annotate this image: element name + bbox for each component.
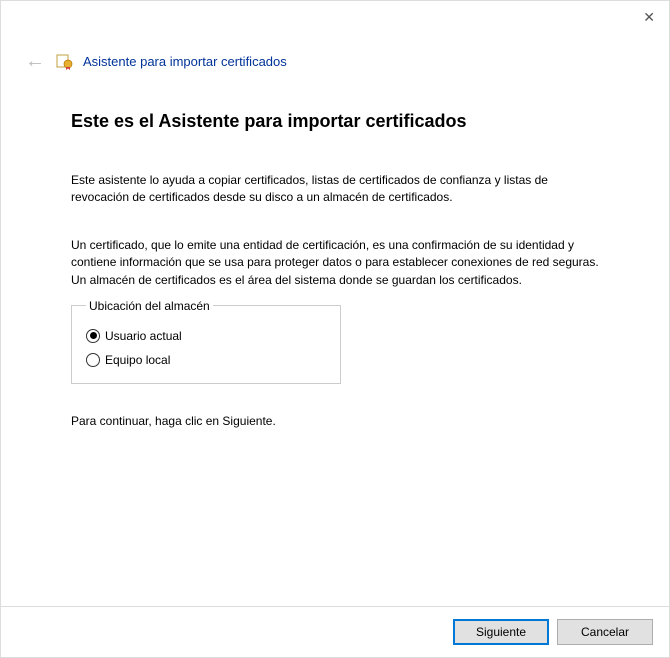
back-arrow-icon: ← xyxy=(21,51,45,71)
radio-label: Usuario actual xyxy=(105,329,182,343)
continue-instruction: Para continuar, haga clic en Siguiente. xyxy=(71,414,599,428)
store-location-legend: Ubicación del almacén xyxy=(86,299,213,313)
radio-icon xyxy=(86,329,100,343)
wizard-title: Asistente para importar certificados xyxy=(83,54,287,69)
wizard-footer: Siguiente Cancelar xyxy=(1,606,669,657)
radio-current-user[interactable]: Usuario actual xyxy=(86,329,326,343)
next-button[interactable]: Siguiente xyxy=(453,619,549,645)
store-location-group: Ubicación del almacén Usuario actual Equ… xyxy=(71,299,341,384)
radio-label: Equipo local xyxy=(105,353,170,367)
wizard-content: Este es el Asistente para importar certi… xyxy=(1,81,669,448)
radio-icon xyxy=(86,353,100,367)
page-heading: Este es el Asistente para importar certi… xyxy=(71,111,599,132)
cancel-button[interactable]: Cancelar xyxy=(557,619,653,645)
radio-local-machine[interactable]: Equipo local xyxy=(86,353,326,367)
certificate-wizard-icon xyxy=(55,52,73,70)
close-icon[interactable]: ✕ xyxy=(643,9,655,26)
intro-paragraph-2: Un certificado, que lo emite una entidad… xyxy=(71,237,599,289)
intro-paragraph-1: Este asistente lo ayuda a copiar certifi… xyxy=(71,172,599,207)
wizard-header: ← Asistente para importar certificados xyxy=(1,1,669,81)
